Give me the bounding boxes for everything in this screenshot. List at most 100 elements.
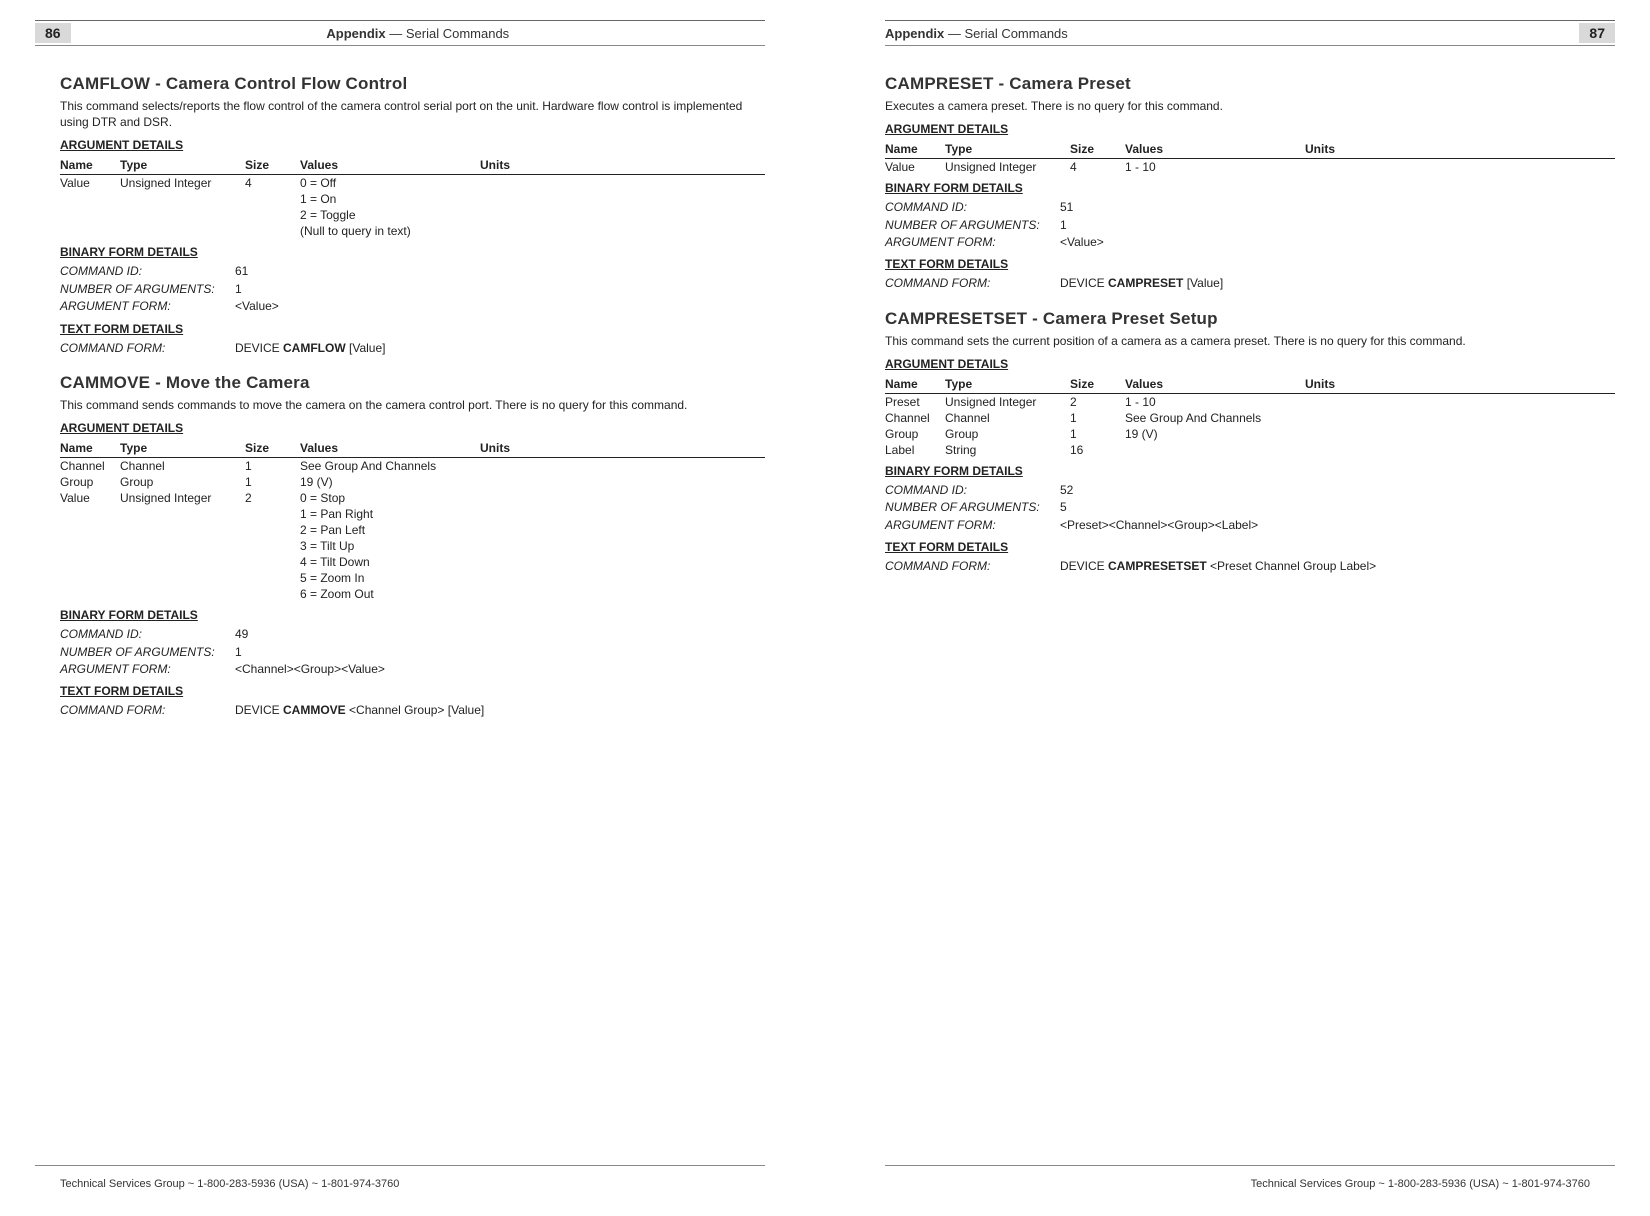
cammove-title: CAMMOVE - Move the Camera [60, 373, 765, 393]
table-row: ValueUnsigned Integer40 = Off [60, 175, 765, 192]
breadcrumb-sep: — [386, 26, 406, 41]
cell-units [1305, 410, 1615, 426]
breadcrumb-section: Appendix [326, 26, 385, 41]
col-name: Name [60, 439, 120, 458]
table-row: ChannelChannel1See Group And Channels [60, 458, 765, 475]
campreset-rows: ValueUnsigned Integer41 - 10 [885, 159, 1615, 176]
cell-size [245, 522, 300, 538]
breadcrumb-tail: Serial Commands [964, 26, 1067, 41]
cell-values: 5 = Zoom In [300, 570, 480, 586]
cell-values: See Group And Channels [1125, 410, 1305, 426]
footer-right: Technical Services Group ~ 1-800-283-593… [885, 1178, 1590, 1190]
table-row: ChannelChannel1See Group And Channels [885, 410, 1615, 426]
cell-name [60, 538, 120, 554]
campresetset-desc: This command sets the current position o… [885, 333, 1615, 349]
cell-name [60, 191, 120, 207]
cell-size [245, 506, 300, 522]
table-row: 1 = On [60, 191, 765, 207]
campreset-argform: ARGUMENT FORM:<Value> [885, 234, 1615, 251]
cell-values: 1 - 10 [1125, 393, 1305, 410]
campreset-arg-table: Name Type Size Values Units ValueUnsigne… [885, 140, 1615, 175]
camflow-txt-h: TEXT FORM DETAILS [60, 322, 765, 336]
cell-size: 4 [245, 175, 300, 192]
cell-type [120, 522, 245, 538]
campresetset-argform: ARGUMENT FORM:<Preset><Channel><Group><L… [885, 517, 1615, 534]
cell-units [480, 458, 765, 475]
campreset-arg-h: ARGUMENT DETAILS [885, 122, 1615, 136]
col-size: Size [245, 439, 300, 458]
col-values: Values [300, 439, 480, 458]
cell-size: 4 [1070, 159, 1125, 176]
cammove-arg-h: ARGUMENT DETAILS [60, 421, 765, 435]
camflow-bin-h: BINARY FORM DETAILS [60, 245, 765, 259]
cell-type [120, 506, 245, 522]
bottom-rule [35, 1165, 765, 1166]
table-row: ValueUnsigned Integer20 = Stop [60, 490, 765, 506]
campreset-title: CAMPRESET - Camera Preset [885, 74, 1615, 94]
cell-units [480, 490, 765, 506]
camflow-argform: ARGUMENT FORM:<Value> [60, 298, 765, 315]
table-row: (Null to query in text) [60, 223, 765, 239]
cell-name: Channel [60, 458, 120, 475]
cell-name: Group [885, 426, 945, 442]
cell-values: 0 = Stop [300, 490, 480, 506]
breadcrumb-tail: Serial Commands [406, 26, 509, 41]
cell-units [1305, 159, 1615, 176]
cell-size [245, 223, 300, 239]
cell-units [480, 223, 765, 239]
cell-size: 1 [1070, 426, 1125, 442]
campresetset-cmdform: COMMAND FORM:DEVICE CAMPRESETSET <Preset… [885, 558, 1615, 575]
campresetset-cmdid: COMMAND ID:52 [885, 482, 1615, 499]
cell-type [120, 570, 245, 586]
cell-name [60, 506, 120, 522]
campresetset-bin-h: BINARY FORM DETAILS [885, 464, 1615, 478]
cell-size [245, 538, 300, 554]
header-bar: 86 Appendix — Serial Commands [35, 23, 765, 46]
cell-type [120, 554, 245, 570]
col-name: Name [60, 156, 120, 175]
camflow-rows: ValueUnsigned Integer40 = Off1 = On2 = T… [60, 175, 765, 240]
cell-size: 2 [245, 490, 300, 506]
cell-size: 1 [245, 458, 300, 475]
cell-type: Group [120, 474, 245, 490]
campreset-cmdid: COMMAND ID:51 [885, 199, 1615, 216]
cell-units [1305, 426, 1615, 442]
camflow-numargs: NUMBER OF ARGUMENTS:1 [60, 281, 765, 298]
col-type: Type [945, 375, 1070, 394]
table-row: 2 = Toggle [60, 207, 765, 223]
cell-size: 16 [1070, 442, 1125, 458]
col-values: Values [1125, 140, 1305, 159]
cell-units [1305, 393, 1615, 410]
col-type: Type [120, 156, 245, 175]
cell-values: 1 - 10 [1125, 159, 1305, 176]
col-name: Name [885, 375, 945, 394]
cell-type: Unsigned Integer [120, 490, 245, 506]
table-row: 4 = Tilt Down [60, 554, 765, 570]
campresetset-title: CAMPRESETSET - Camera Preset Setup [885, 309, 1615, 329]
footer-left: Technical Services Group ~ 1-800-283-593… [60, 1178, 765, 1190]
cammove-argform: ARGUMENT FORM:<Channel><Group><Value> [60, 661, 765, 678]
cell-units [480, 570, 765, 586]
campreset-cmdform: COMMAND FORM:DEVICE CAMPRESET [Value] [885, 275, 1615, 292]
col-units: Units [480, 156, 765, 175]
cell-values: See Group And Channels [300, 458, 480, 475]
campresetset-numargs: NUMBER OF ARGUMENTS:5 [885, 499, 1615, 516]
page-number-right: 87 [1579, 23, 1615, 43]
col-size: Size [1070, 140, 1125, 159]
table-row: 5 = Zoom In [60, 570, 765, 586]
cell-units [480, 474, 765, 490]
camflow-arg-table: Name Type Size Values Units ValueUnsigne… [60, 156, 765, 239]
cell-type: String [945, 442, 1070, 458]
col-type: Type [120, 439, 245, 458]
cell-name: Value [60, 490, 120, 506]
cell-units [480, 538, 765, 554]
cell-name [60, 223, 120, 239]
col-units: Units [1305, 140, 1615, 159]
cell-values: 0 = Off [300, 175, 480, 192]
cell-name: Value [60, 175, 120, 192]
cell-type: Channel [120, 458, 245, 475]
top-rule [885, 20, 1615, 21]
left-content: CAMFLOW - Camera Control Flow Control Th… [35, 74, 765, 720]
cell-units [480, 586, 765, 602]
cell-units [480, 554, 765, 570]
